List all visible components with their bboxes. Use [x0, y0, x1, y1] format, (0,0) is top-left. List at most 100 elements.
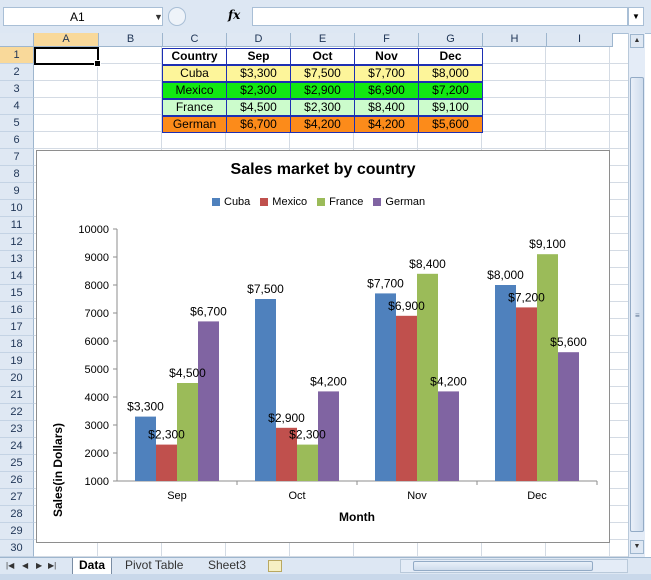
row-header-11[interactable]: 11	[0, 217, 34, 234]
bar-mexico-dec	[516, 307, 537, 481]
column-header-h[interactable]: H	[483, 33, 547, 47]
column-header-i[interactable]: I	[547, 33, 613, 47]
row-header-27[interactable]: 27	[0, 489, 34, 506]
table-cell[interactable]: $2,300	[290, 99, 355, 116]
expand-formula-bar-button[interactable]: ▼	[628, 7, 644, 26]
table-cell[interactable]: $7,200	[418, 82, 483, 99]
vertical-scrollbar[interactable]: ▲ ≡ ▼	[628, 33, 645, 557]
tab-sheet3[interactable]: Sheet3	[202, 558, 252, 574]
row-header-5[interactable]: 5	[0, 115, 34, 132]
table-cell[interactable]: Mexico	[162, 82, 227, 99]
row-header-4[interactable]: 4	[0, 98, 34, 115]
next-sheet-icon[interactable]: ▶	[36, 561, 42, 570]
last-sheet-icon[interactable]: ▶|	[48, 561, 56, 570]
row-header-1[interactable]: 1	[0, 47, 34, 64]
y-tick-label: 2000	[85, 448, 109, 460]
insert-sheet-icon[interactable]	[268, 560, 282, 572]
row-header-12[interactable]: 12	[0, 234, 34, 251]
row-header-28[interactable]: 28	[0, 506, 34, 523]
formula-bar-splitter[interactable]	[168, 7, 186, 26]
chart[interactable]: Sales market by country Cuba Mexico France…	[36, 150, 610, 543]
column-header-d[interactable]: D	[227, 33, 291, 47]
row-header-9[interactable]: 9	[0, 183, 34, 200]
row-header-14[interactable]: 14	[0, 268, 34, 285]
column-header-a[interactable]: A	[34, 33, 99, 47]
row-header-15[interactable]: 15	[0, 285, 34, 302]
row-header-13[interactable]: 13	[0, 251, 34, 268]
table-cell[interactable]: $9,100	[418, 99, 483, 116]
column-header-e[interactable]: E	[291, 33, 355, 47]
row-header-24[interactable]: 24	[0, 438, 34, 455]
table-cell[interactable]: $7,700	[354, 65, 419, 82]
row-header-7[interactable]: 7	[0, 149, 34, 166]
row-header-18[interactable]: 18	[0, 336, 34, 353]
table-header-cell[interactable]: Oct	[290, 48, 355, 65]
prev-sheet-icon[interactable]: ◀	[22, 561, 28, 570]
table-cell[interactable]: $3,300	[226, 65, 291, 82]
tab-pivot-table[interactable]: Pivot Table	[119, 558, 189, 574]
horizontal-scroll-thumb[interactable]	[413, 561, 593, 571]
bar-france-dec	[537, 254, 558, 481]
formula-input[interactable]	[252, 7, 628, 26]
table-cell[interactable]: German	[162, 116, 227, 133]
table-cell[interactable]: $2,900	[290, 82, 355, 99]
active-cell-A1[interactable]	[34, 47, 101, 67]
row-header-25[interactable]: 25	[0, 455, 34, 472]
row-header-8[interactable]: 8	[0, 166, 34, 183]
scroll-up-icon[interactable]: ▲	[630, 34, 644, 48]
row-header-21[interactable]: 21	[0, 387, 34, 404]
table-header-cell[interactable]: Country	[162, 48, 227, 65]
row-header-19[interactable]: 19	[0, 353, 34, 370]
row-header-3[interactable]: 3	[0, 81, 34, 98]
row-header-23[interactable]: 23	[0, 421, 34, 438]
table-cell[interactable]: $6,700	[226, 116, 291, 133]
row-header-22[interactable]: 22	[0, 404, 34, 421]
column-header-f[interactable]: F	[355, 33, 419, 47]
column-header-c[interactable]: C	[163, 33, 227, 47]
first-sheet-icon[interactable]: |◀	[6, 561, 14, 570]
bar-mexico-nov	[396, 315, 417, 481]
table-header-cell[interactable]: Nov	[354, 48, 419, 65]
row-header-6[interactable]: 6	[0, 132, 34, 149]
x-tick-label: Sep	[167, 490, 187, 502]
scroll-down-icon[interactable]: ▼	[630, 540, 644, 554]
row-header-26[interactable]: 26	[0, 472, 34, 489]
row-header-16[interactable]: 16	[0, 302, 34, 319]
insert-function-icon[interactable]: fx	[228, 8, 240, 22]
table-cell[interactable]: $4,200	[354, 116, 419, 133]
data-label: $7,700	[367, 276, 404, 290]
data-label: $8,400	[409, 257, 446, 271]
table-cell[interactable]: $4,200	[290, 116, 355, 133]
select-all-corner[interactable]	[0, 33, 34, 47]
row-header-30[interactable]: 30	[0, 540, 34, 557]
y-tick-label: 3000	[85, 420, 109, 432]
tab-data[interactable]: Data	[72, 558, 113, 574]
vertical-scroll-thumb[interactable]: ≡	[630, 77, 644, 532]
row-header-10[interactable]: 10	[0, 200, 34, 217]
table-cell[interactable]: $8,000	[418, 65, 483, 82]
row-header-2[interactable]: 2	[0, 64, 34, 81]
table-cell[interactable]: $2,300	[226, 82, 291, 99]
table-cell[interactable]: $5,600	[418, 116, 483, 133]
y-tick-label: 7000	[85, 308, 109, 320]
table-cell[interactable]: $6,900	[354, 82, 419, 99]
table-cell[interactable]: France	[162, 99, 227, 116]
table-cell[interactable]: Cuba	[162, 65, 227, 82]
table-header-cell[interactable]: Sep	[226, 48, 291, 65]
column-header-g[interactable]: G	[419, 33, 483, 47]
column-header-b[interactable]: B	[99, 33, 163, 47]
name-box[interactable]: A1 ▼	[3, 7, 163, 26]
table-cell[interactable]: $8,400	[354, 99, 419, 116]
table-cell[interactable]: $7,500	[290, 65, 355, 82]
table-cell[interactable]: $4,500	[226, 99, 291, 116]
status-bar	[0, 574, 651, 580]
row-header-20[interactable]: 20	[0, 370, 34, 387]
row-header-17[interactable]: 17	[0, 319, 34, 336]
data-label: $5,600	[550, 335, 587, 349]
chevron-down-icon[interactable]: ▼	[154, 12, 163, 22]
table-header-cell[interactable]: Dec	[418, 48, 483, 65]
horizontal-scrollbar[interactable]	[400, 559, 628, 573]
data-label: $8,000	[487, 268, 524, 282]
name-box-value: A1	[70, 10, 85, 24]
row-header-29[interactable]: 29	[0, 523, 34, 540]
